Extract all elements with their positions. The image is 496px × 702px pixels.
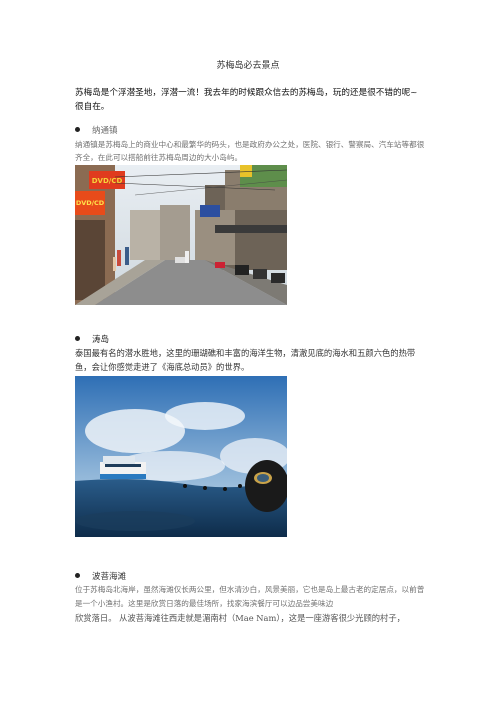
street-photo: DVD/CD DVD/CD [75, 165, 287, 305]
dvd-sign-1: DVD/CD [92, 177, 123, 185]
section-heading-label: 波菩海滩 [92, 572, 127, 582]
section-body-nathon: 纳通镇是苏梅岛上的商业中心和最繁华的码头，也是政府办公之处，医院、银行、警察局、… [75, 140, 425, 162]
intro-paragraph: 苏梅岛是个浮潜圣地，浮潜一流！我去年的时候跟众信去的苏梅岛，玩的还是很不错的呢~… [75, 88, 418, 112]
section-heading-label: 纳通镇 [92, 126, 118, 136]
dvd-sign-2: DVD/CD [76, 199, 105, 207]
section-heading-label: 涛岛 [92, 335, 110, 345]
section-heading-koh-tao: 涛岛 [75, 333, 109, 345]
page-title: 苏梅岛必去景点 [216, 61, 280, 71]
section-body-bophut-part2: 欣赏落日。 从波菩海滩往西走就是湄南村（Mae Nam），这是一座游客很少光顾的… [75, 613, 405, 623]
section-body-bophut-part1: 位于苏梅岛北海岸，虽然海滩仅长两公里，但水清沙白，风景美丽，它也是岛上最古老的定… [75, 585, 425, 608]
section-heading-nathon: 纳通镇 [75, 124, 118, 136]
bullet-icon [75, 336, 80, 341]
section-body-koh-tao: 泰国最有名的潜水胜地，这里的珊瑚礁和丰富的海洋生物，清澈见底的海水和五颜六色的热… [75, 348, 416, 372]
bullet-icon [75, 127, 80, 132]
section-heading-bophut: 波菩海滩 [75, 570, 126, 582]
diving-photo [75, 376, 287, 537]
bullet-icon [75, 573, 80, 578]
